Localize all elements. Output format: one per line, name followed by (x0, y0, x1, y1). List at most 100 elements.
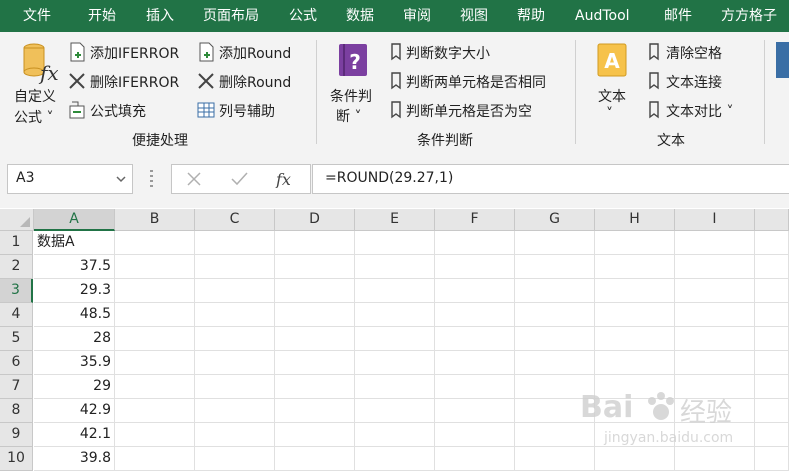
cell-empty[interactable] (275, 423, 355, 447)
cell-empty[interactable] (515, 327, 595, 351)
column-header-c[interactable]: C (195, 209, 275, 231)
text-button[interactable]: A 文本 ˅ (590, 42, 636, 124)
column-header-d[interactable]: D (275, 209, 355, 231)
cell-empty[interactable] (275, 303, 355, 327)
row-header[interactable]: 3 (0, 279, 33, 303)
tab-help[interactable]: 帮助 (517, 0, 545, 32)
cell-empty[interactable] (115, 327, 195, 351)
cell-empty[interactable] (275, 255, 355, 279)
cell-a[interactable]: 48.5 (34, 303, 115, 327)
cell-empty[interactable] (515, 255, 595, 279)
column-helper-button[interactable]: 列号辅助 (197, 100, 309, 122)
cell-empty[interactable] (195, 327, 275, 351)
cell-empty[interactable] (435, 447, 515, 471)
cell-empty[interactable] (355, 375, 435, 399)
cell-empty[interactable] (355, 423, 435, 447)
cell-empty[interactable] (115, 255, 195, 279)
cell-empty[interactable] (675, 255, 755, 279)
cell-empty[interactable] (355, 447, 435, 471)
cell-empty[interactable] (195, 351, 275, 375)
chevron-down-icon[interactable] (116, 176, 126, 184)
cell-empty[interactable] (275, 231, 355, 255)
cell-empty[interactable] (595, 303, 675, 327)
cell-empty[interactable] (195, 255, 275, 279)
cell-empty[interactable] (435, 231, 515, 255)
cancel-icon[interactable] (186, 171, 202, 187)
column-header-b[interactable]: B (115, 209, 195, 231)
cell-empty[interactable] (435, 399, 515, 423)
tab-view[interactable]: 视图 (460, 0, 488, 32)
cell-empty[interactable] (515, 231, 595, 255)
text-concat-button[interactable]: 文本连接 (646, 71, 756, 93)
cell-empty[interactable] (115, 447, 195, 471)
row-header[interactable]: 4 (0, 303, 33, 327)
tab-mail[interactable]: 邮件 (664, 0, 692, 32)
tab-file[interactable]: 文件 (23, 0, 51, 32)
cell-empty[interactable] (435, 303, 515, 327)
cell-a[interactable]: 37.5 (34, 255, 115, 279)
tab-insert[interactable]: 插入 (146, 0, 174, 32)
cell-empty[interactable] (115, 423, 195, 447)
cell-a[interactable]: 39.8 (34, 447, 115, 471)
column-header-e[interactable]: E (355, 209, 435, 231)
cell-empty[interactable] (675, 231, 755, 255)
cell-empty[interactable] (755, 327, 789, 351)
formula-fill-button[interactable]: 公式填充 (68, 100, 188, 122)
cell-empty[interactable] (595, 351, 675, 375)
row-header[interactable]: 2 (0, 255, 33, 279)
row-header[interactable]: 7 (0, 375, 33, 399)
row-header[interactable]: 6 (0, 351, 33, 375)
tab-data[interactable]: 数据 (346, 0, 374, 32)
row-header[interactable]: 10 (0, 447, 33, 471)
cell-empty[interactable] (195, 279, 275, 303)
cell-empty[interactable] (275, 279, 355, 303)
cell-empty[interactable] (435, 279, 515, 303)
cell-empty[interactable] (675, 279, 755, 303)
cell-empty[interactable] (115, 399, 195, 423)
tab-audtool[interactable]: AudTool (575, 0, 630, 32)
cell-empty[interactable] (435, 351, 515, 375)
cell-empty[interactable] (675, 351, 755, 375)
cell-empty[interactable] (435, 327, 515, 351)
cell-empty[interactable] (115, 375, 195, 399)
condition-button[interactable]: ? 条件判 断 ˅ (326, 42, 382, 125)
insert-function-icon[interactable]: fx (274, 170, 294, 188)
name-box[interactable]: A3 (7, 164, 133, 194)
cell-a[interactable]: 29.3 (34, 279, 115, 303)
cell-a[interactable]: 29 (34, 375, 115, 399)
column-header-a[interactable]: A (34, 209, 115, 231)
cell-empty[interactable] (355, 279, 435, 303)
cell-empty[interactable] (355, 351, 435, 375)
cell-empty[interactable] (195, 303, 275, 327)
cell-empty[interactable] (275, 327, 355, 351)
cell-empty[interactable] (515, 351, 595, 375)
tab-fangfang[interactable]: 方方格子 (721, 0, 777, 32)
cell-empty[interactable] (435, 375, 515, 399)
cell-empty[interactable] (195, 231, 275, 255)
cell-a[interactable]: 35.9 (34, 351, 115, 375)
judge-number-size-button[interactable]: 判断数字大小 (388, 42, 568, 64)
tab-page-layout[interactable]: 页面布局 (203, 0, 259, 32)
delete-round-button[interactable]: 删除Round (197, 71, 309, 93)
select-all-corner[interactable] (0, 209, 34, 231)
column-header-partial[interactable] (755, 209, 789, 231)
delete-iferror-button[interactable]: 删除IFERROR (68, 71, 188, 93)
cell-empty[interactable] (275, 399, 355, 423)
cell-empty[interactable] (595, 255, 675, 279)
formula-input[interactable]: =ROUND(29.27,1) (312, 164, 789, 194)
cell-a[interactable]: 28 (34, 327, 115, 351)
cell-empty[interactable] (115, 231, 195, 255)
add-iferror-button[interactable]: 添加IFERROR (68, 42, 188, 64)
add-round-button[interactable]: 添加Round (197, 42, 309, 64)
cell-empty[interactable] (275, 375, 355, 399)
cell-empty[interactable] (515, 303, 595, 327)
cell-empty[interactable] (595, 327, 675, 351)
row-header[interactable]: 8 (0, 399, 33, 423)
cell-a[interactable]: 42.9 (34, 399, 115, 423)
clear-spaces-button[interactable]: 清除空格 (646, 42, 756, 64)
tab-review[interactable]: 审阅 (403, 0, 431, 32)
cell-empty[interactable] (355, 327, 435, 351)
text-compare-button[interactable]: 文本对比 ˅ (646, 100, 758, 122)
column-header-i[interactable]: I (675, 209, 755, 231)
cell-empty[interactable] (115, 303, 195, 327)
